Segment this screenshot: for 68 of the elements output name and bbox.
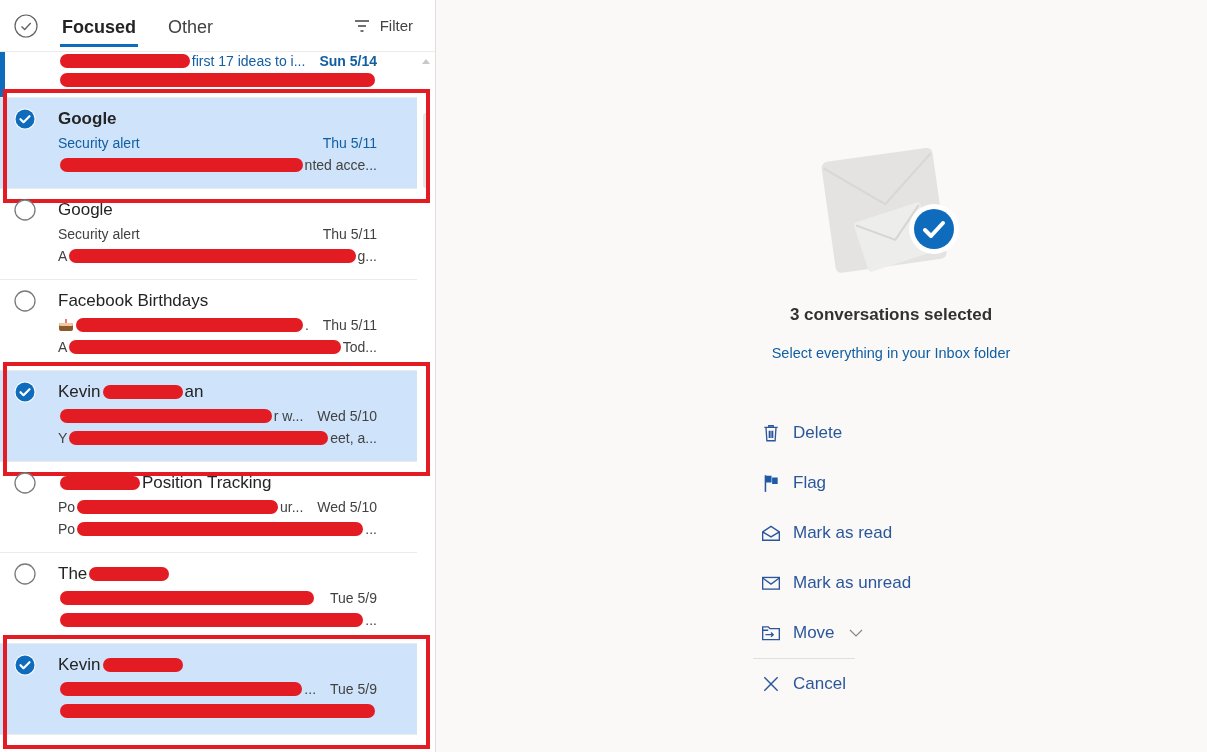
message-text: first 17 ideas to i... bbox=[191, 52, 306, 69]
message-text: r w... bbox=[273, 408, 304, 424]
message-row[interactable]: Position Tracking Po ur... Wed 5/10 Po ... bbox=[0, 462, 417, 553]
message-text: A bbox=[58, 339, 68, 355]
message-row[interactable]: Kevin an r w... Wed 5/10 Y eet, a... bbox=[0, 371, 417, 462]
open-envelope-icon bbox=[761, 523, 781, 543]
message-text: . bbox=[304, 317, 309, 333]
message-row[interactable]: Google Security alert Thu 5/11 nted acce... bbox=[0, 98, 417, 189]
checked-circle-icon[interactable] bbox=[14, 654, 36, 676]
message-text: nted acce... bbox=[304, 157, 377, 173]
checked-circle-icon[interactable] bbox=[14, 108, 36, 130]
message-text: Security alert bbox=[58, 135, 140, 151]
message-text: Google bbox=[58, 200, 113, 220]
message-date: Thu 5/11 bbox=[321, 135, 377, 151]
message-text: g... bbox=[357, 248, 377, 264]
unchecked-circle-icon[interactable] bbox=[14, 290, 36, 312]
message-text: Google bbox=[58, 109, 117, 129]
message-text: ... bbox=[304, 681, 317, 697]
cake-icon bbox=[58, 318, 74, 332]
filter-icon bbox=[353, 19, 370, 32]
message-row[interactable]: Google Security alert Thu 5/11 A g... bbox=[0, 189, 417, 280]
cancel-button[interactable]: Cancel bbox=[761, 659, 846, 709]
select-all-icon[interactable] bbox=[14, 13, 38, 38]
message-text: Tod... bbox=[342, 339, 377, 355]
select-all-link[interactable]: Select everything in your Inbox folder bbox=[771, 345, 1011, 361]
unchecked-circle-icon[interactable] bbox=[14, 199, 36, 221]
message-text: ... bbox=[365, 612, 377, 628]
message-row[interactable]: Facebook Birthdays . Thu 5/11 A Tod... bbox=[0, 280, 417, 371]
selection-count: 3 conversations selected bbox=[789, 305, 993, 325]
message-text: The bbox=[58, 564, 88, 584]
message-text: Po bbox=[58, 521, 76, 537]
move-button[interactable]: Move bbox=[761, 608, 863, 658]
unread-button[interactable]: Mark as unread bbox=[761, 558, 912, 608]
message-date: Sun 5/14 bbox=[318, 52, 377, 69]
message-text: Kevin bbox=[58, 655, 101, 675]
message-text: A bbox=[58, 248, 68, 264]
message-text: Facebook Birthdays bbox=[58, 291, 209, 311]
message-text: eet, a... bbox=[330, 430, 377, 446]
folder-arrow-icon bbox=[761, 623, 781, 643]
message-text: Position Tracking bbox=[142, 473, 272, 493]
message-row[interactable]: The Tue 5/9 ... bbox=[0, 553, 417, 644]
message-text: Y bbox=[58, 430, 68, 446]
message-date: Thu 5/11 bbox=[321, 317, 377, 333]
message-date: Wed 5/10 bbox=[316, 499, 377, 515]
message-text: ur... bbox=[279, 499, 304, 515]
tab[interactable]: Focused bbox=[60, 10, 138, 47]
filter-button[interactable]: Filter bbox=[347, 16, 419, 35]
message-date: Tue 5/9 bbox=[329, 681, 377, 697]
message-text: Po bbox=[58, 499, 76, 515]
message-date: Thu 5/11 bbox=[321, 226, 377, 242]
message-date: Wed 5/10 bbox=[316, 408, 377, 424]
close-icon bbox=[761, 674, 781, 694]
checked-circle-icon[interactable] bbox=[14, 381, 36, 403]
chevron-down-icon bbox=[848, 629, 863, 637]
flag-button[interactable]: Flag bbox=[761, 458, 827, 508]
message-text: ... bbox=[365, 521, 377, 537]
message-text: Kevin bbox=[58, 382, 101, 402]
message-text: Security alert bbox=[58, 226, 140, 242]
message-text: an bbox=[184, 382, 204, 402]
unchecked-circle-icon[interactable] bbox=[14, 472, 36, 494]
message-date: Tue 5/9 bbox=[329, 590, 377, 606]
read-button[interactable]: Mark as read bbox=[761, 508, 893, 558]
message-row[interactable]: first 17 ideas to i... Sun 5/14 bbox=[0, 52, 417, 98]
delete-button[interactable]: Delete bbox=[761, 408, 843, 458]
trash-icon bbox=[761, 423, 781, 443]
tab[interactable]: Other bbox=[166, 10, 216, 47]
unchecked-circle-icon[interactable] bbox=[14, 563, 36, 585]
message-row[interactable]: Kevin ... Tue 5/9 bbox=[0, 644, 417, 735]
